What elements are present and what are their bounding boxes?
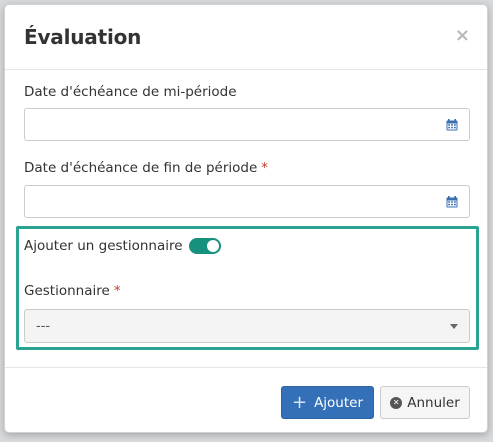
add-button[interactable]: + Ajouter	[281, 386, 374, 419]
manager-select-value: ---	[36, 319, 51, 334]
mid-period-date-label: Date d'échéance de mi-période	[24, 84, 237, 100]
cancel-button-label: Annuler	[407, 394, 460, 411]
cancel-button[interactable]: ✕ Annuler	[380, 386, 470, 419]
caret-down-icon	[450, 324, 458, 329]
add-manager-row: Ajouter un gestionnaire	[24, 238, 221, 254]
end-period-date-label: Date d'échéance de fin de période *	[24, 160, 268, 176]
modal-header: Évaluation ×	[5, 5, 487, 70]
calendar-icon[interactable]	[446, 196, 458, 208]
add-manager-toggle[interactable]	[188, 238, 221, 254]
calendar-icon[interactable]	[446, 119, 458, 131]
modal-title: Évaluation	[24, 25, 142, 49]
add-button-label: Ajouter	[314, 394, 364, 411]
add-manager-label: Ajouter un gestionnaire	[24, 238, 183, 254]
required-marker: *	[261, 160, 269, 176]
evaluation-modal: Évaluation × Date d'échéance de mi-pério…	[4, 4, 488, 433]
mid-period-date-input[interactable]	[24, 108, 470, 141]
manager-label: Gestionnaire *	[24, 283, 121, 299]
manager-select[interactable]: ---	[24, 309, 470, 343]
end-period-date-input[interactable]	[24, 185, 470, 218]
x-circle-icon: ✕	[390, 396, 403, 409]
end-period-date-label-text: Date d'échéance de fin de période	[24, 160, 258, 176]
plus-icon: +	[291, 391, 308, 413]
footer-divider	[5, 367, 487, 368]
manager-label-text: Gestionnaire	[24, 283, 110, 299]
close-icon[interactable]: ×	[455, 25, 470, 46]
toggle-knob	[206, 240, 219, 252]
required-marker: *	[113, 283, 121, 299]
